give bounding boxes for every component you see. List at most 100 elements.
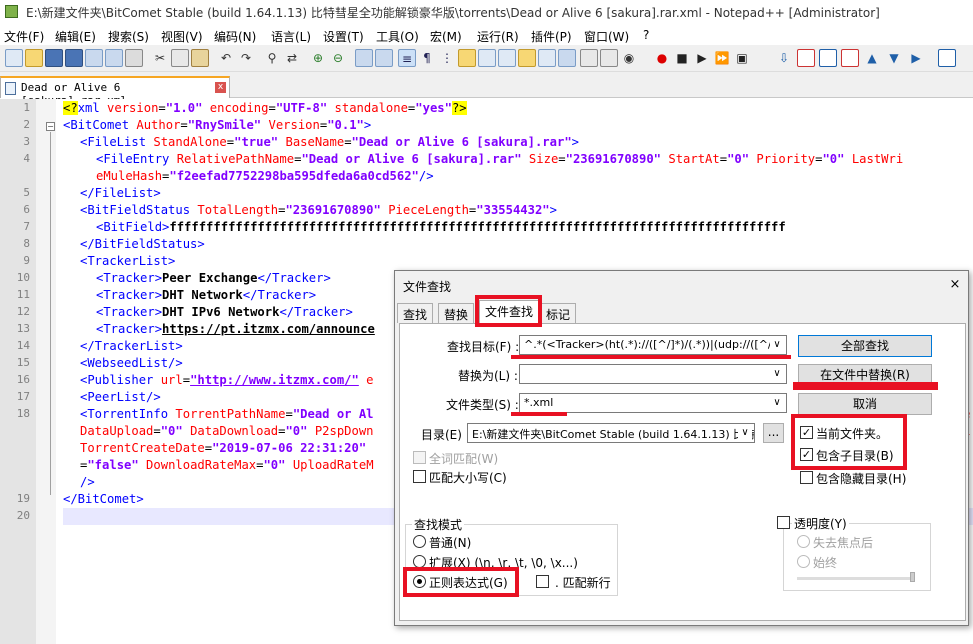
whole-word-checkbox[interactable] [413,451,426,464]
tab-active-file[interactable]: Dead or Alive 6 [sakura].rar.xml x [0,76,230,107]
menu-search[interactable]: 搜索(S) [108,28,149,45]
replace-with-input[interactable]: ∨ [519,364,787,384]
mode-normal-radio[interactable] [413,535,426,548]
line-number: 10 [16,271,30,284]
menu-window[interactable]: 窗口(W) [584,28,629,45]
show-all-chars-icon[interactable]: ¶ [418,49,436,67]
cancel-button[interactable]: 取消 [798,393,932,415]
token: "0" [822,152,845,166]
doc-map-icon[interactable] [478,49,496,67]
find-icon[interactable]: ⚲ [263,49,281,67]
macro-list-icon[interactable] [580,49,598,67]
tab-mark[interactable]: 标记 [540,303,577,323]
dot-newline-checkbox[interactable] [536,575,549,588]
panel-icon[interactable] [558,49,576,67]
token: "Dead or Alive 6 [sakura].rar" [301,152,522,166]
replace-with-label: 替换为(L) : [458,369,518,383]
token: </TrackerList> [80,339,183,353]
menu-encoding[interactable]: 编码(N) [214,28,256,45]
paste-icon[interactable] [191,49,209,67]
udl-icon[interactable] [458,49,476,67]
transparency-slider-thumb[interactable] [910,572,915,582]
print-icon[interactable] [125,49,143,67]
directory-value: E:\新建文件夹\BitComet Stable (build 1.64.1.1… [472,428,755,441]
dialog-close-icon[interactable]: × [947,277,963,293]
menu-language[interactable]: 语言(L) [271,28,311,45]
copy-icon[interactable] [171,49,189,67]
lose-focus-radio[interactable] [797,535,810,548]
menu-help[interactable]: ? [643,28,649,42]
token: xml [77,101,100,115]
menu-edit[interactable]: 编辑(E) [55,28,96,45]
monitor-icon[interactable] [538,49,556,67]
chevron-down-icon[interactable]: ∨ [770,395,784,411]
save-macro-icon[interactable]: ▣ [733,49,751,67]
replace-icon[interactable]: ⇄ [283,49,301,67]
list-red2-icon[interactable] [841,49,859,67]
transparency-slider[interactable] [797,577,915,580]
arrow-up-icon[interactable]: ▲ [863,49,881,67]
bookmark-icon[interactable] [600,49,618,67]
close-icon[interactable] [85,49,103,67]
zoom-out-icon[interactable]: ⊖ [329,49,347,67]
token: Size [521,152,559,166]
arrow-right-icon[interactable]: ▶ [907,49,925,67]
zoom-in-icon[interactable]: ⊕ [309,49,327,67]
find-what-input[interactable]: ^.*(<Tracker>(ht(.*)://([^/]*)/(.*))|(ud… [519,335,787,355]
sync-h-icon[interactable] [375,49,393,67]
redo-icon[interactable]: ↷ [237,49,255,67]
code-line-18-wrap-4: /> [80,474,95,491]
hidden-folders-checkbox[interactable] [800,471,813,484]
sync-v-icon[interactable] [355,49,373,67]
stop-macro-icon[interactable]: ■ [673,49,691,67]
browse-button[interactable]: ... [763,423,784,443]
code-line-1: <?xml version="1.0" encoding="UTF-8" sta… [63,100,467,117]
filters-input[interactable]: *.xml ∨ [519,393,787,413]
menu-plugins[interactable]: 插件(P) [531,28,572,45]
menu-view[interactable]: 视图(V) [161,28,203,45]
fold-minus-icon[interactable]: − [46,122,55,131]
run-macro-multiple-icon[interactable]: ⏩ [713,49,731,67]
menu-settings[interactable]: 设置(T) [323,28,364,45]
list-blue-icon[interactable] [819,49,837,67]
open-file-icon[interactable] [25,49,43,67]
folder-workspace-icon[interactable] [518,49,536,67]
undo-icon[interactable]: ↶ [217,49,235,67]
arrow-down-icon[interactable]: ▼ [885,49,903,67]
panel-toggle-icon[interactable] [938,49,956,67]
line-number: 13 [16,322,30,335]
transparency-checkbox[interactable] [777,516,790,529]
token: <BitFieldStatus [80,203,191,217]
line-number: 20 [16,509,30,522]
chevron-down-icon[interactable]: ∨ [770,366,784,382]
tab-replace[interactable]: 替换 [438,303,475,323]
play-macro-icon[interactable]: ▶ [693,49,711,67]
record-macro-icon[interactable]: ● [653,49,671,67]
menu-file[interactable]: 文件(F) [4,28,44,45]
menu-tools[interactable]: 工具(O) [376,28,419,45]
find-all-button[interactable]: 全部查找 [798,335,932,357]
function-list-icon[interactable] [498,49,516,67]
token: "http://www.itzmx.com/" [190,373,359,387]
always-radio[interactable] [797,555,810,568]
chevron-down-icon[interactable]: ∨ [738,425,752,441]
match-case-label: 匹配大小写(C) [429,471,507,485]
tab-find[interactable]: 查找 [397,303,434,323]
token: </Tracker> [257,271,331,285]
menu-run[interactable]: 运行(R) [477,28,519,45]
mark-icon[interactable]: ⇩ [775,49,793,67]
close-all-icon[interactable] [105,49,123,67]
word-wrap-icon[interactable]: ≡ [398,49,416,67]
new-file-icon[interactable] [5,49,23,67]
list-red-icon[interactable] [797,49,815,67]
cut-icon[interactable]: ✂ [151,49,169,67]
save-all-icon[interactable] [65,49,83,67]
menu-macro[interactable]: 宏(M) [430,28,462,45]
indent-guide-icon[interactable]: ⋮ [438,49,456,67]
match-case-checkbox[interactable] [413,470,426,483]
directory-input[interactable]: E:\新建文件夹\BitComet Stable (build 1.64.1.1… [467,423,755,443]
save-icon[interactable] [45,49,63,67]
eye-icon[interactable]: ◉ [620,49,638,67]
chevron-down-icon[interactable]: ∨ [770,337,784,353]
tab-close-icon[interactable]: x [215,82,226,93]
